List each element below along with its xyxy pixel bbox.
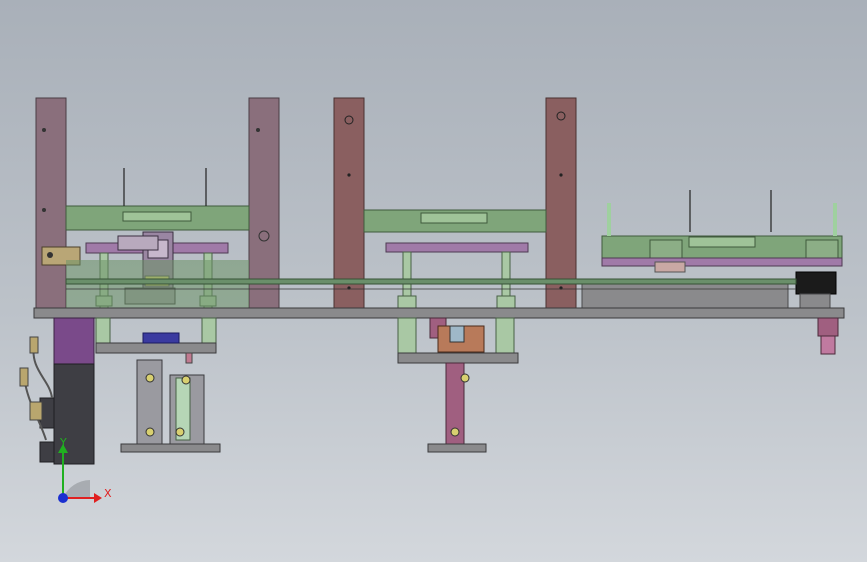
right-motor-base: [799, 293, 831, 309]
post-collar: [397, 295, 417, 309]
guide-post: [402, 251, 412, 303]
beam-slot: [122, 211, 192, 222]
cad-viewport[interactable]: X Y: [0, 0, 867, 562]
mid-purple-plate: [385, 242, 529, 253]
motor-flange: [53, 317, 95, 365]
lift-post: [397, 317, 417, 355]
motor-connector: [39, 441, 55, 463]
lift-post: [495, 317, 515, 355]
right-foot-bolt: [820, 335, 836, 355]
mid-frame-plate-b: [545, 97, 577, 309]
mid-lift-unit: [397, 317, 519, 453]
triad-y-label: Y: [59, 436, 67, 449]
bolt-hole: [347, 173, 351, 177]
right-motor-box: [795, 271, 837, 295]
lift-pin: [185, 352, 193, 364]
left-lift-unit: [95, 317, 221, 453]
assembly-drawing: X Y: [19, 97, 845, 503]
triad-x-label: X: [104, 487, 112, 500]
right-foot: [817, 317, 839, 337]
right-purple-strip: [601, 257, 843, 267]
beam-slot: [420, 212, 488, 224]
left-frame-plate-b: [248, 97, 280, 309]
bolt-hole: [42, 128, 46, 132]
right-station: [581, 190, 843, 309]
bolt-hole: [42, 208, 46, 212]
guide-post: [501, 251, 511, 303]
horizontal-rail: [65, 278, 797, 285]
lift-post: [95, 317, 111, 345]
bolt-hole: [256, 128, 260, 132]
right-gray-block: [581, 283, 789, 309]
fitting: [450, 427, 460, 437]
lift-plate: [397, 352, 519, 364]
lift-block: [142, 332, 180, 344]
motor-body: [53, 363, 95, 465]
bolt-hole: [559, 173, 563, 177]
fitting: [449, 325, 465, 343]
lift-base: [427, 443, 487, 453]
fitting: [175, 427, 185, 437]
right-block: [654, 261, 686, 273]
fitting: [145, 373, 155, 383]
triad-z-dot: [58, 493, 68, 503]
right-clamp-a: [649, 239, 683, 261]
fitting: [460, 373, 470, 383]
motor-assembly: [19, 317, 95, 465]
fitting: [181, 375, 191, 385]
clamp-bracket: [117, 235, 159, 251]
lift-plate: [95, 342, 217, 354]
sensor-head: [19, 367, 29, 387]
sensor-head: [29, 336, 39, 354]
sensor-head: [29, 401, 43, 421]
mid-frame-plate-a: [333, 97, 365, 309]
sensor-hole: [47, 252, 53, 258]
middle-station: [333, 97, 577, 309]
left-frame-plate-a: [35, 97, 67, 309]
beam-slot: [688, 236, 756, 248]
triad-x-arrow: [94, 493, 102, 503]
post-collar: [496, 295, 516, 309]
lift-post: [201, 317, 217, 345]
base-plate: [33, 307, 845, 319]
cylinder-base: [120, 443, 221, 453]
right-clamp-b: [805, 239, 839, 261]
fitting: [145, 427, 155, 437]
left-station: [35, 97, 280, 309]
